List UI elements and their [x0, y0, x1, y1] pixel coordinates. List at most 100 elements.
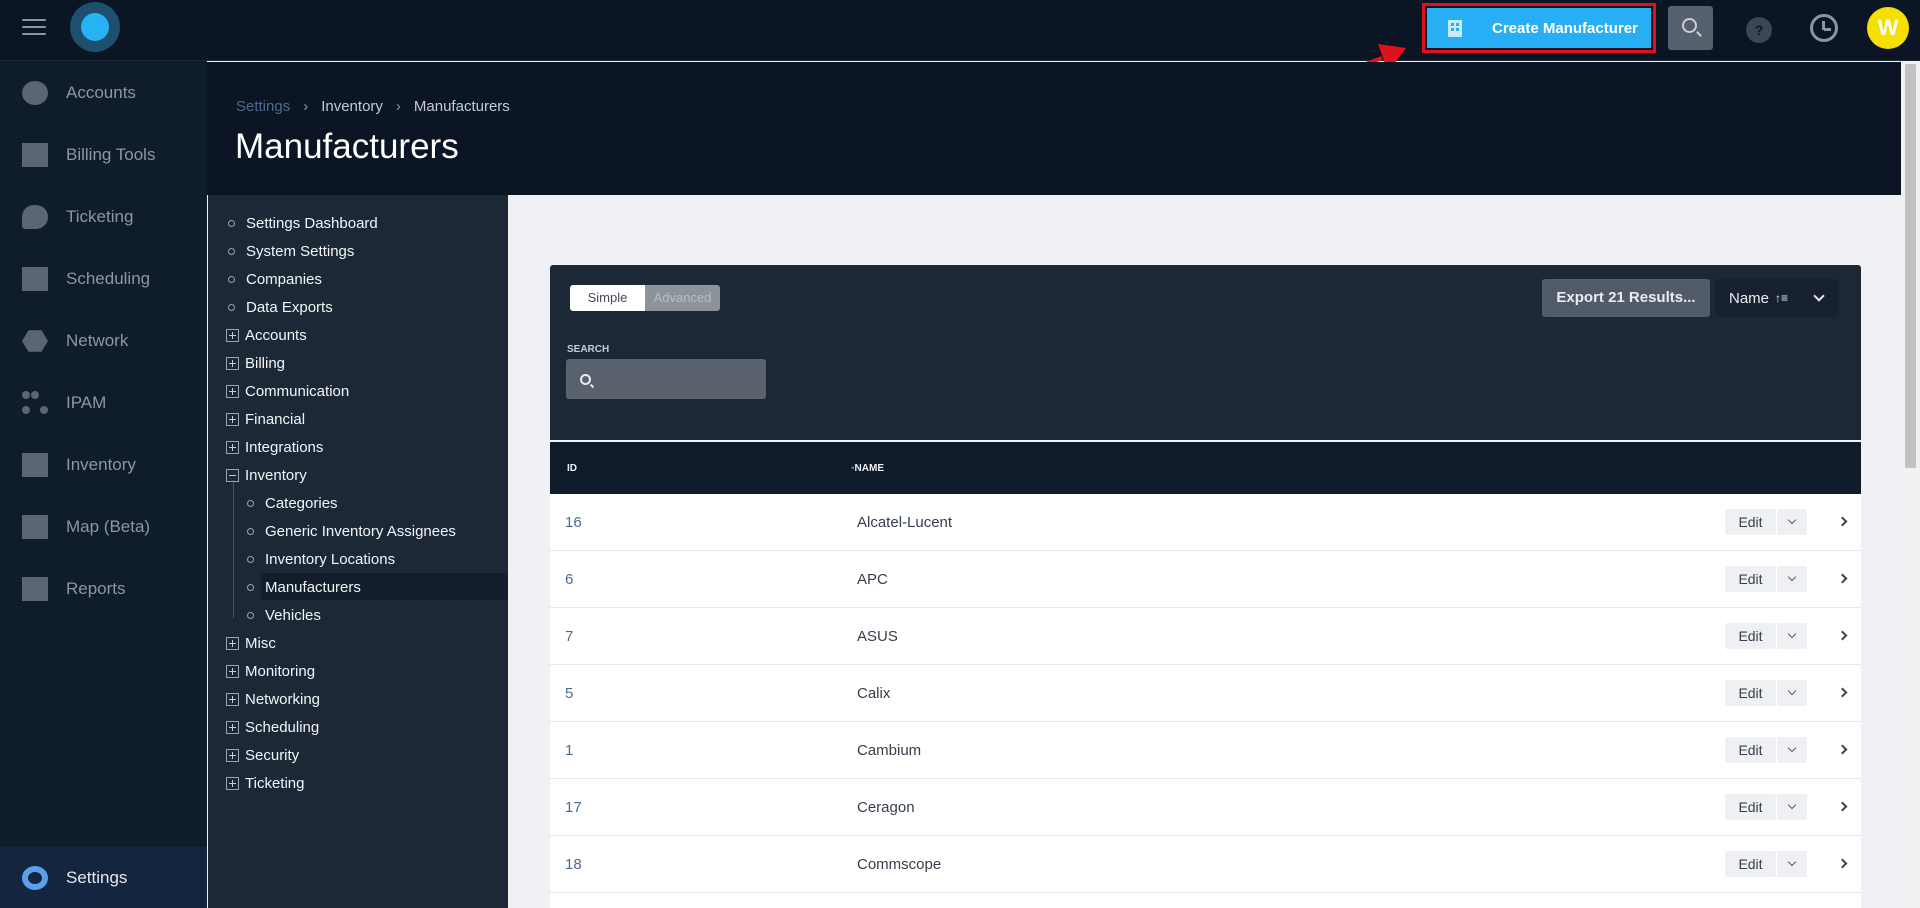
tree-item-settings-dashboard[interactable]: Settings Dashboard [228, 212, 378, 234]
row-actions-dropdown[interactable] [1777, 623, 1807, 649]
expand-icon[interactable] [226, 328, 239, 342]
tree-item-generic-inventory-assignees[interactable]: Generic Inventory Assignees [247, 520, 456, 542]
tree-group-financial[interactable]: Financial [226, 408, 305, 430]
row-actions-dropdown[interactable] [1777, 794, 1807, 820]
sidebar-item-inventory[interactable]: Inventory [0, 443, 207, 487]
edit-button[interactable]: Edit [1725, 566, 1776, 592]
row-id[interactable]: 6 [565, 571, 573, 588]
chevron-right-icon[interactable] [1837, 801, 1848, 812]
expand-icon[interactable] [226, 412, 239, 426]
tree-group-billing[interactable]: Billing [226, 352, 285, 374]
sidebar-item-map[interactable]: Map (Beta) [0, 505, 207, 549]
tree-group-inventory[interactable]: Inventory [226, 464, 307, 486]
edit-button[interactable]: Edit [1725, 737, 1776, 763]
row-id[interactable]: 1 [565, 742, 573, 759]
search-input[interactable] [566, 359, 766, 399]
mode-advanced-button[interactable]: Advanced [645, 285, 720, 311]
tree-group-integrations[interactable]: Integrations [226, 436, 323, 458]
row-actions-dropdown[interactable] [1777, 680, 1807, 706]
tree-item-inventory-locations[interactable]: Inventory Locations [247, 548, 395, 570]
sidebar-item-ticketing[interactable]: Ticketing [0, 195, 207, 239]
row-id[interactable]: 17 [565, 799, 582, 816]
page-scrollbar[interactable] [1901, 62, 1920, 908]
tree-group-security[interactable]: Security [226, 744, 299, 766]
expand-icon[interactable] [226, 664, 239, 678]
tree-group-accounts[interactable]: Accounts [226, 324, 307, 346]
logo-icon[interactable] [70, 2, 120, 52]
table-row[interactable]: 7 ASUS Edit [550, 608, 1861, 665]
table-row[interactable]: 6 APC Edit [550, 551, 1861, 608]
sidebar-item-reports[interactable]: Reports [0, 567, 207, 611]
help-icon[interactable]: ? [1746, 17, 1772, 43]
table-row[interactable]: 18 Commscope Edit [550, 836, 1861, 893]
row-actions-dropdown[interactable] [1777, 737, 1807, 763]
avatar[interactable]: W [1867, 7, 1909, 49]
chevron-right-icon[interactable] [1837, 687, 1848, 698]
tree-item-companies[interactable]: Companies [228, 268, 322, 290]
expand-icon[interactable] [226, 720, 239, 734]
expand-icon[interactable] [226, 440, 239, 454]
tree-group-networking[interactable]: Networking [226, 688, 320, 710]
expand-icon[interactable] [226, 692, 239, 706]
expand-icon[interactable] [226, 636, 239, 650]
edit-button[interactable]: Edit [1725, 623, 1776, 649]
row-id[interactable]: 7 [565, 628, 573, 645]
edit-button[interactable]: Edit [1725, 509, 1776, 535]
tree-group-monitoring[interactable]: Monitoring [226, 660, 315, 682]
tree-item-data-exports[interactable]: Data Exports [228, 296, 333, 318]
table-row[interactable]: 1 Cambium Edit [550, 722, 1861, 779]
tree-item-vehicles[interactable]: Vehicles [247, 604, 321, 626]
tree-item-categories[interactable]: Categories [247, 492, 338, 514]
sidebar-item-network[interactable]: Network [0, 319, 207, 363]
table-row[interactable]: 16 Alcatel-Lucent Edit [550, 494, 1861, 551]
search-button[interactable] [1668, 6, 1713, 50]
sidebar-item-scheduling[interactable]: Scheduling [0, 257, 207, 301]
tree-item-system-settings[interactable]: System Settings [228, 240, 354, 262]
chevron-right-icon[interactable] [1837, 573, 1848, 584]
sidebar-item-accounts[interactable]: Accounts [0, 71, 207, 115]
expand-icon[interactable] [226, 748, 239, 762]
table-row[interactable]: 5 Calix Edit [550, 665, 1861, 722]
chevron-right-icon[interactable] [1837, 516, 1848, 527]
sidebar-item-settings[interactable]: Settings [0, 847, 207, 908]
table-row[interactable]: 17 Ceragon Edit [550, 779, 1861, 836]
menu-icon[interactable] [22, 19, 46, 39]
row-actions-dropdown[interactable] [1777, 566, 1807, 592]
row-actions-dropdown[interactable] [1777, 509, 1807, 535]
sort-select[interactable]: Name ↑≡ [1715, 279, 1839, 317]
row-id[interactable]: 5 [565, 685, 573, 702]
collapse-icon[interactable] [226, 468, 239, 482]
tree-group-communication[interactable]: Communication [226, 380, 349, 402]
tree-label: Financial [245, 410, 306, 428]
tree-group-scheduling[interactable]: Scheduling [226, 716, 319, 738]
sidebar-item-ipam[interactable]: IPAM [0, 381, 207, 425]
breadcrumb-settings[interactable]: Settings [236, 98, 290, 115]
edit-button[interactable]: Edit [1725, 680, 1776, 706]
tree-item-manufacturers[interactable]: Manufacturers [247, 576, 361, 598]
tree-group-ticketing[interactable]: Ticketing [226, 772, 304, 794]
row-id[interactable]: 16 [565, 514, 582, 531]
chevron-right-icon[interactable] [1837, 744, 1848, 755]
export-results-button[interactable]: Export 21 Results... [1542, 279, 1710, 317]
search-icon [580, 374, 591, 385]
edit-button[interactable]: Edit [1725, 851, 1776, 877]
column-header-id[interactable]: ID [567, 463, 577, 474]
edit-button[interactable]: Edit [1725, 794, 1776, 820]
sort-label: Name [1729, 289, 1770, 307]
row-actions-dropdown[interactable] [1777, 851, 1807, 877]
expand-icon[interactable] [226, 776, 239, 790]
scrollbar-thumb[interactable] [1905, 64, 1916, 468]
breadcrumb-inventory[interactable]: Inventory [321, 98, 383, 115]
mode-simple-button[interactable]: Simple [570, 285, 645, 311]
expand-icon[interactable] [226, 356, 239, 370]
chevron-right-icon[interactable] [1837, 630, 1848, 641]
sidebar-item-billing-tools[interactable]: Billing Tools [0, 133, 207, 177]
create-manufacturer-button[interactable]: Create Manufacturer [1427, 8, 1651, 48]
column-header-name[interactable]: ◦NAME [851, 463, 884, 474]
row-id[interactable]: 18 [565, 856, 582, 873]
chevron-right-icon[interactable] [1837, 858, 1848, 869]
expand-icon[interactable] [226, 384, 239, 398]
tree-group-misc[interactable]: Misc [226, 632, 276, 654]
history-icon[interactable] [1810, 14, 1838, 42]
sidebar-item-label: Ticketing [66, 207, 134, 226]
